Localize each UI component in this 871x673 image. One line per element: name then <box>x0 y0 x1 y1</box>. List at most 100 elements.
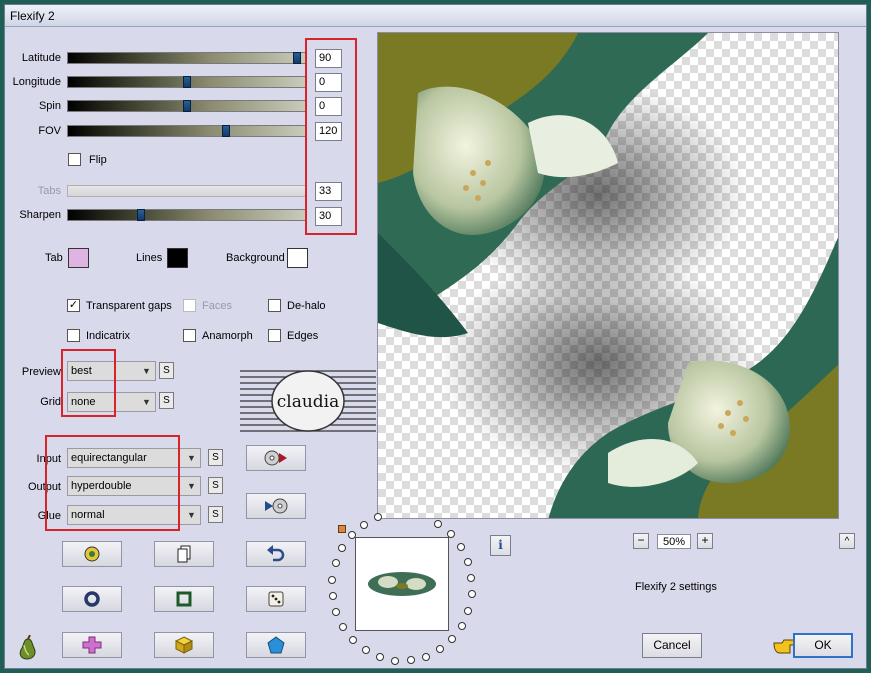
lines-color-swatch[interactable] <box>167 248 188 268</box>
dial-dot <box>339 623 347 631</box>
dice-icon <box>268 591 284 607</box>
preview-image[interactable] <box>377 32 839 519</box>
latitude-slider[interactable] <box>67 52 307 64</box>
apply-output-button[interactable] <box>246 493 306 519</box>
dial-dot <box>360 521 368 529</box>
edges-label: Edges <box>287 330 319 342</box>
output-save-button[interactable]: S <box>208 477 223 494</box>
tab-color-label: Tab <box>45 252 63 264</box>
sphere-icon <box>84 546 100 562</box>
grid-save-button[interactable]: S <box>159 392 174 409</box>
ring-button[interactable] <box>62 586 122 612</box>
collapse-up-button[interactable]: ^ <box>839 533 855 549</box>
spin-label: Spin <box>38 100 61 112</box>
longitude-slider-thumb[interactable] <box>183 76 191 88</box>
chevron-down-icon: ▼ <box>187 481 196 491</box>
dial-dot <box>464 558 472 566</box>
dial-dot <box>391 657 399 665</box>
dial-dot <box>348 531 356 539</box>
tab-color-swatch[interactable] <box>68 248 89 268</box>
dial-dot <box>434 520 442 528</box>
ok-button[interactable]: OK <box>793 633 853 658</box>
edges-checkbox[interactable] <box>268 329 281 342</box>
chevron-down-icon: ▼ <box>187 453 196 463</box>
random-dice-button[interactable] <box>246 586 306 612</box>
watermark-text: claudia <box>277 392 340 412</box>
sharpen-slider-thumb[interactable] <box>137 209 145 221</box>
cancel-button[interactable]: Cancel <box>642 633 702 658</box>
flip-label: Flip <box>89 154 107 166</box>
zoom-in-button[interactable]: + <box>697 533 713 549</box>
highlight-box-preview <box>61 349 116 417</box>
watermark-graphic: claudia <box>240 370 376 432</box>
randomize-button[interactable] <box>62 541 122 567</box>
longitude-slider[interactable] <box>67 76 307 88</box>
chevron-down-icon: ▼ <box>142 366 151 376</box>
zoom-level: 50% <box>657 534 691 549</box>
de-halo-label: De-halo <box>287 300 326 312</box>
dial-dot <box>448 635 456 643</box>
dial-dot <box>467 574 475 582</box>
fov-label: FOV <box>38 125 61 137</box>
watermark-logo: claudia <box>240 367 376 435</box>
undo-button[interactable] <box>246 541 306 567</box>
dial-dot <box>332 608 340 616</box>
latitude-slider-thumb[interactable] <box>293 52 301 64</box>
thumbnail-handle[interactable] <box>338 525 346 533</box>
window-title: Flexify 2 <box>10 9 55 23</box>
preview-artwork <box>378 33 838 518</box>
anamorph-checkbox[interactable] <box>183 329 196 342</box>
info-button[interactable]: i <box>490 535 511 556</box>
pear-icon <box>19 634 36 660</box>
fov-slider[interactable] <box>67 125 307 137</box>
load-input-image-button[interactable] <box>246 445 306 471</box>
fov-slider-thumb[interactable] <box>222 125 230 137</box>
spin-slider[interactable] <box>67 100 307 112</box>
dial-dot <box>407 656 415 664</box>
play-to-disc-icon <box>265 498 288 514</box>
info-icon: i <box>498 538 503 552</box>
indicatrix-label: Indicatrix <box>86 330 131 342</box>
flip-checkbox[interactable] <box>68 153 81 166</box>
grid-label: Grid <box>40 396 61 408</box>
tabs-slider <box>67 185 307 197</box>
glue-save-button[interactable]: S <box>208 506 223 523</box>
longitude-label: Longitude <box>12 76 61 88</box>
navigator-thumbnail[interactable] <box>355 537 449 631</box>
spin-slider-thumb[interactable] <box>183 100 191 112</box>
latitude-label: Latitude <box>21 52 61 64</box>
frame-button[interactable] <box>154 586 214 612</box>
indicatrix-checkbox[interactable] <box>67 329 80 342</box>
pentagon-icon <box>267 636 285 654</box>
cube-icon <box>174 636 194 654</box>
background-color-swatch[interactable] <box>287 248 308 268</box>
copy-button[interactable] <box>154 541 214 567</box>
dial-dot <box>362 646 370 654</box>
cube-button[interactable] <box>154 632 214 658</box>
dial-dot <box>376 653 384 661</box>
dial-dot <box>328 576 336 584</box>
de-halo-checkbox[interactable] <box>268 299 281 312</box>
zoom-out-button[interactable]: − <box>633 533 649 549</box>
preview-save-button[interactable]: S <box>159 362 174 379</box>
pentagon-button[interactable] <box>246 632 306 658</box>
cross-button[interactable] <box>62 632 122 658</box>
dial-dot <box>464 607 472 615</box>
sharpen-slider[interactable] <box>67 209 307 221</box>
dial-dot <box>332 559 340 567</box>
thumbnail-image <box>368 572 436 596</box>
faces-checkbox <box>183 299 196 312</box>
dial-dot <box>458 622 466 630</box>
dial-dot <box>457 543 465 551</box>
transparent-gaps-checkbox[interactable]: ✓ <box>67 299 80 312</box>
dial-dot <box>349 636 357 644</box>
dial-dot <box>374 513 382 521</box>
disc-to-play-icon <box>264 450 287 466</box>
input-save-button[interactable]: S <box>208 449 223 466</box>
ring-icon <box>84 591 100 607</box>
checkmark-icon: ✓ <box>68 299 79 311</box>
pages-icon <box>177 545 191 563</box>
flaming-pear-logo <box>15 634 41 661</box>
lines-color-label: Lines <box>136 252 163 264</box>
sharpen-label: Sharpen <box>19 209 61 221</box>
